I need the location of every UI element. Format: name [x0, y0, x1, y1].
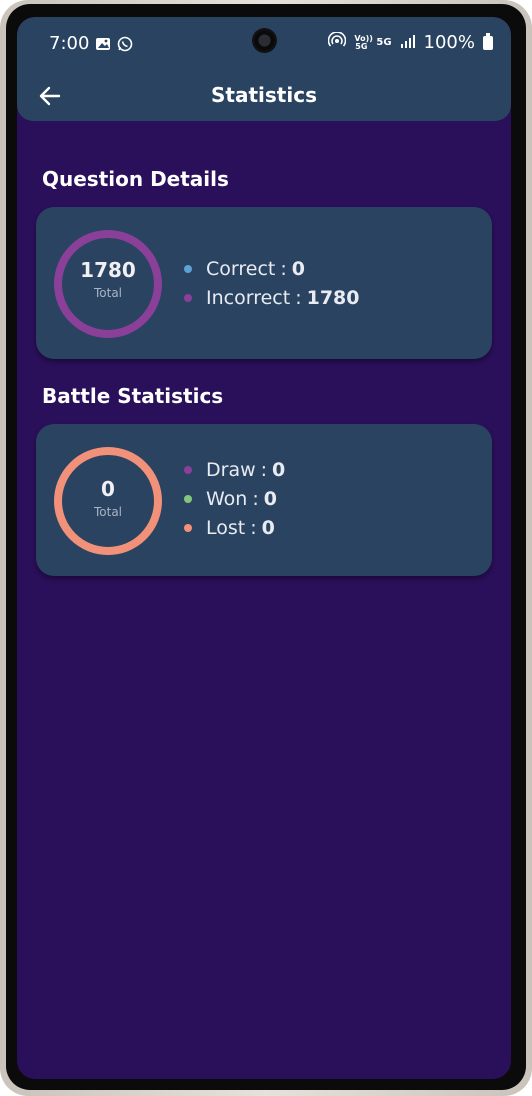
legend-separator: : [250, 516, 257, 539]
legend-item-draw: Draw : 0 [184, 458, 286, 481]
legend-label: Incorrect [206, 286, 291, 309]
image-icon [95, 36, 111, 52]
lost-dot [184, 523, 192, 532]
page-title: Statistics [211, 83, 317, 107]
hotspot-icon [328, 31, 347, 53]
battle-statistics-title: Battle Statistics [42, 384, 224, 408]
legend-value: 0 [261, 516, 275, 539]
question-total-label: Total [93, 286, 123, 300]
question-total-value: 1780 [80, 258, 136, 282]
question-details-card: 1780 Total Correct : 0 Incorrect : 1780 [36, 207, 492, 359]
volte-icon: Vo)) 5G [354, 33, 373, 51]
front-camera [254, 30, 275, 51]
battery-icon [483, 32, 493, 50]
battle-total-value: 0 [101, 477, 115, 501]
legend-separator: : [260, 458, 268, 481]
correct-dot [184, 264, 192, 273]
battle-total-ring: 0 Total [54, 447, 162, 555]
question-legend: Correct : 0 Incorrect : 1780 [184, 257, 360, 309]
battery-percent: 100% [423, 32, 475, 53]
legend-label: Lost [206, 516, 246, 539]
battle-statistics-card: 0 Total Draw : 0 Won : 0 Lost: 0 [36, 424, 492, 576]
whatsapp-icon [117, 36, 133, 52]
legend-item-lost: Lost : 0 [184, 516, 285, 539]
legend-value: 1780 [306, 286, 360, 309]
legend-separator: : [252, 487, 259, 510]
legend-value: 0 [272, 458, 286, 481]
draw-dot [184, 465, 192, 474]
legend-value: 0 [291, 257, 305, 280]
legend-separator: : [295, 286, 302, 309]
won-dot [184, 494, 192, 503]
phone-frame: 7:00 Vo)) 5G 5G 100% Statistics Question… [0, 0, 532, 1096]
battle-total-label: Total [93, 505, 123, 519]
legend-item-incorrect: Incorrect : 1780 [184, 286, 360, 309]
legend-label: Draw [206, 458, 256, 481]
status-bar: 7:00 Vo)) 5G 5G 100% [17, 17, 511, 73]
legend-separator: : [280, 257, 287, 280]
5g-icon: 5G [376, 36, 392, 48]
legend-value: 0 [263, 487, 277, 510]
status-time: 7:00 [49, 33, 90, 54]
legend-label: Won [206, 487, 248, 510]
incorrect-dot [184, 293, 192, 302]
status-icons: Vo)) 5G 5G 100% [328, 31, 493, 53]
battle-legend: Draw : 0 Won : 0 Lost : 0 [184, 458, 286, 539]
legend-label: Correct [206, 257, 276, 280]
legend-item-correct: Correct : 0 [184, 257, 359, 280]
question-details-title: Question Details [42, 167, 229, 191]
signal-icon [400, 32, 416, 53]
app-bar: Statistics [17, 73, 511, 121]
question-total-ring: 1780 Total [54, 230, 162, 338]
status-time-group: 7:00 [49, 33, 133, 54]
screen: 7:00 Vo)) 5G 5G 100% Statistics Question… [17, 17, 511, 1079]
legend-item-won: Won : 0 [184, 487, 285, 510]
